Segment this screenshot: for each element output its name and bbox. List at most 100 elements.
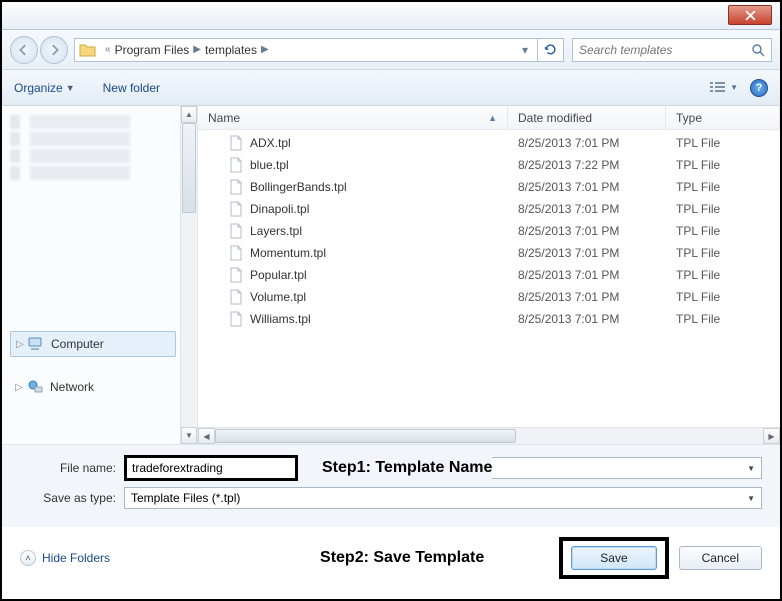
hide-folders-button[interactable]: ˄ Hide Folders [20, 550, 110, 566]
file-date: 8/25/2013 7:01 PM [508, 180, 666, 194]
table-row[interactable]: Layers.tpl8/25/2013 7:01 PMTPL File [198, 220, 780, 242]
chevron-down-icon: ▼ [747, 494, 755, 503]
save-as-dialog: « Program Files ▶ templates ▶ ▾ Organize… [0, 0, 782, 601]
file-date: 8/25/2013 7:01 PM [508, 136, 666, 150]
file-icon [228, 267, 244, 283]
expand-icon[interactable]: ▷ [15, 339, 25, 350]
file-date: 8/25/2013 7:01 PM [508, 290, 666, 304]
file-name: Popular.tpl [250, 268, 307, 282]
tree-network[interactable]: ▷ Network [10, 375, 176, 399]
horizontal-scrollbar[interactable]: ◀ ▶ [198, 427, 780, 444]
sidebar-scrollbar[interactable]: ▲ ▼ [180, 106, 197, 444]
chevron-right-icon: ▶ [189, 44, 205, 55]
column-date[interactable]: Date modified [508, 106, 666, 129]
file-icon [228, 311, 244, 327]
network-icon [26, 379, 44, 395]
file-icon [228, 157, 244, 173]
help-button[interactable]: ? [750, 79, 768, 97]
filename-label: File name: [20, 461, 124, 475]
scroll-right-icon[interactable]: ▶ [763, 428, 780, 444]
saveastype-label: Save as type: [20, 491, 124, 505]
column-type[interactable]: Type [666, 106, 780, 129]
column-headers: Name▲ Date modified Type [198, 106, 780, 130]
file-date: 8/25/2013 7:01 PM [508, 312, 666, 326]
table-row[interactable]: Dinapoli.tpl 8/25/2013 7:01 PMTPL File [198, 198, 780, 220]
file-icon [228, 289, 244, 305]
scroll-thumb[interactable] [215, 429, 516, 443]
save-highlight: Save [559, 537, 668, 579]
footer: ˄ Hide Folders Step2: Save Template Save… [2, 527, 780, 593]
cancel-button[interactable]: Cancel [679, 546, 762, 570]
table-row[interactable]: BollingerBands.tpl8/25/2013 7:01 PMTPL F… [198, 176, 780, 198]
search-input[interactable] [579, 43, 751, 57]
sort-asc-icon: ▲ [488, 113, 497, 123]
column-name[interactable]: Name▲ [198, 106, 508, 129]
titlebar [2, 2, 780, 30]
table-row[interactable]: Popular.tpl8/25/2013 7:01 PMTPL File [198, 264, 780, 286]
breadcrumb-item[interactable]: templates [205, 43, 257, 57]
refresh-button[interactable] [538, 38, 564, 62]
file-date: 8/25/2013 7:01 PM [508, 268, 666, 282]
table-row[interactable]: Williams.tpl 8/25/2013 7:01 PMTPL File [198, 308, 780, 330]
chevron-up-icon: ˄ [20, 550, 36, 566]
arrow-right-icon [48, 44, 60, 56]
forward-button[interactable] [40, 36, 68, 64]
file-icon [228, 245, 244, 261]
chevron-down-icon: ▼ [66, 83, 75, 93]
table-row[interactable]: Momentum.tpl8/25/2013 7:01 PMTPL File [198, 242, 780, 264]
file-type: TPL File [666, 312, 780, 326]
chevron-left-icon: « [101, 44, 115, 55]
annotation-step2: Step2: Save Template [320, 549, 484, 567]
scroll-left-icon[interactable]: ◀ [198, 428, 215, 444]
file-type: TPL File [666, 180, 780, 194]
address-dropdown[interactable]: ▾ [517, 43, 533, 57]
file-name: Momentum.tpl [250, 246, 326, 260]
navigation-bar: « Program Files ▶ templates ▶ ▾ [2, 30, 780, 70]
file-rows: ADX.tpl8/25/2013 7:01 PMTPL Fileblue.tpl… [198, 130, 780, 427]
expand-icon[interactable]: ▷ [14, 382, 24, 393]
search-icon [751, 43, 765, 57]
tree-placeholder [10, 115, 176, 331]
arrow-left-icon [18, 44, 30, 56]
file-list: Name▲ Date modified Type ADX.tpl 8/25/201… [198, 106, 780, 444]
table-row[interactable]: blue.tpl8/25/2013 7:22 PMTPL File [198, 154, 780, 176]
file-date: 8/25/2013 7:01 PM [508, 202, 666, 216]
chevron-down-icon: ▼ [747, 464, 761, 473]
file-type: TPL File [666, 224, 780, 238]
scroll-thumb[interactable] [182, 123, 196, 213]
close-button[interactable] [728, 5, 772, 25]
view-options-button[interactable]: ▼ [709, 81, 738, 95]
file-type: TPL File [666, 136, 780, 150]
table-row[interactable]: ADX.tpl 8/25/2013 7:01 PMTPL File [198, 132, 780, 154]
file-name: Dinapoli.tpl [250, 202, 309, 216]
filename-dropdown[interactable]: ▼ [492, 457, 762, 479]
organize-menu[interactable]: Organize▼ [14, 81, 75, 95]
file-name: ADX.tpl [250, 136, 291, 150]
form-area: File name: tradeforextrading Step1: Temp… [2, 444, 780, 527]
table-row[interactable]: Volume.tpl8/25/2013 7:01 PMTPL File [198, 286, 780, 308]
folder-icon [79, 42, 97, 58]
save-button[interactable]: Save [571, 546, 656, 570]
back-button[interactable] [10, 36, 38, 64]
new-folder-button[interactable]: New folder [103, 81, 160, 95]
close-icon [745, 10, 756, 21]
chevron-right-icon: ▶ [257, 44, 273, 55]
tree-computer[interactable]: ▷ Computer [10, 331, 176, 357]
filename-input[interactable]: tradeforextrading [124, 455, 298, 481]
scroll-up-icon[interactable]: ▲ [181, 106, 197, 123]
breadcrumb-item[interactable]: Program Files [115, 43, 190, 57]
navigation-pane: ▷ Computer ▷ Network ▲ ▼ [2, 106, 198, 444]
file-name: Layers.tpl [250, 224, 302, 238]
saveastype-dropdown[interactable]: Template Files (*.tpl) ▼ [124, 487, 762, 509]
search-box[interactable] [572, 38, 772, 62]
refresh-icon [544, 43, 557, 56]
tree-label: Computer [51, 337, 104, 351]
file-name: Williams.tpl [250, 312, 311, 326]
file-icon [228, 135, 244, 151]
address-bar[interactable]: « Program Files ▶ templates ▶ ▾ [74, 38, 538, 62]
file-name: Volume.tpl [250, 290, 306, 304]
file-type: TPL File [666, 202, 780, 216]
file-type: TPL File [666, 158, 780, 172]
scroll-down-icon[interactable]: ▼ [181, 427, 197, 444]
file-date: 8/25/2013 7:01 PM [508, 246, 666, 260]
